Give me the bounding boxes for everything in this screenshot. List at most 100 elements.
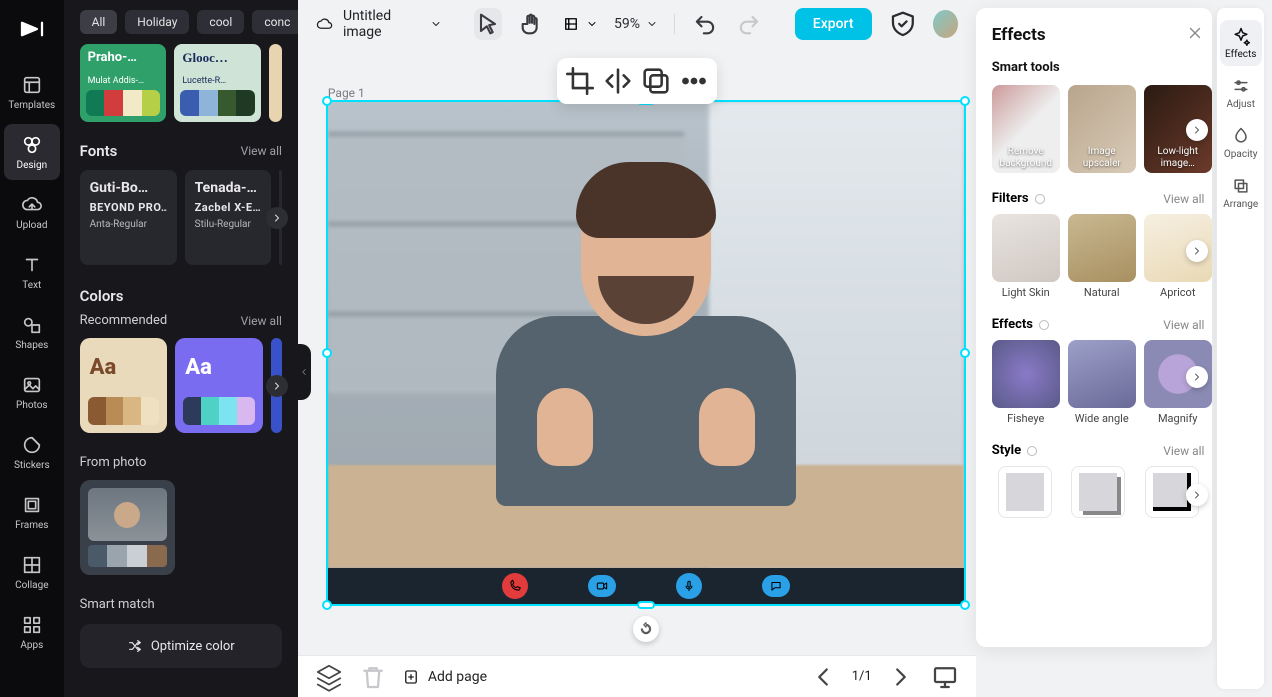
rail-arrange[interactable]: Arrange <box>1220 170 1262 216</box>
from-photo-card[interactable] <box>80 480 175 575</box>
present-icon <box>930 662 960 692</box>
more-button[interactable] <box>677 64 711 98</box>
smart-remove-bg[interactable]: Remove background <box>992 85 1060 173</box>
font-line1: Guti-Bo… <box>90 180 167 196</box>
handle-tr[interactable] <box>960 96 970 106</box>
copy-button[interactable] <box>639 64 673 98</box>
effects-close[interactable] <box>1186 24 1204 46</box>
add-page-button[interactable]: Add page <box>402 668 487 686</box>
font-card-tenada[interactable]: Tenada-… Zacbel X-E… Stilu-Regular <box>185 170 272 265</box>
flip-button[interactable] <box>601 64 635 98</box>
optimize-color-button[interactable]: Optimize color <box>80 624 282 668</box>
nav-text[interactable]: Text <box>4 244 60 300</box>
tag-all[interactable]: All <box>80 10 118 34</box>
smart-tools-heading: Smart tools <box>992 60 1205 75</box>
nav-frames-label: Frames <box>15 520 48 531</box>
filter-light-skin[interactable]: Light Skin <box>992 214 1060 299</box>
nav-apps[interactable]: Apps <box>4 604 60 660</box>
video-button[interactable] <box>588 575 616 597</box>
undo-button[interactable] <box>691 8 719 40</box>
color-recommended-row: Aa Aa <box>80 338 282 433</box>
nav-collage-label: Collage <box>15 580 48 591</box>
nav-frames[interactable]: Frames <box>4 484 60 540</box>
redo-button[interactable] <box>735 8 763 40</box>
rail-effects[interactable]: Effects <box>1220 20 1262 66</box>
document-title-group[interactable]: Untitled image <box>316 8 442 40</box>
effects-viewall[interactable]: View all <box>1163 318 1204 332</box>
nav-stickers[interactable]: Stickers <box>4 424 60 480</box>
style-toggle[interactable] <box>1027 446 1037 456</box>
select-tool[interactable] <box>474 8 502 40</box>
stickers-icon <box>21 434 43 456</box>
collage-icon <box>21 554 43 576</box>
canvas-image[interactable] <box>328 102 964 604</box>
bottom-bar: Add page 1/1 <box>298 655 976 697</box>
sliders-icon <box>1231 76 1251 96</box>
layers-button[interactable] <box>314 662 344 692</box>
style-next[interactable] <box>1186 484 1208 506</box>
palette-card-peek[interactable] <box>269 44 282 122</box>
style-viewall[interactable]: View all <box>1163 444 1204 458</box>
stage: Untitled image 59% Export Page 1 <box>298 0 976 697</box>
handle-r[interactable] <box>960 348 970 358</box>
fonts-next[interactable] <box>266 207 288 229</box>
add-page-label: Add page <box>428 669 487 685</box>
color-card-purple[interactable]: Aa <box>175 338 263 433</box>
smart-upscaler[interactable]: Image upscaler <box>1068 85 1136 173</box>
nav-photos[interactable]: Photos <box>4 364 60 420</box>
style-shadow[interactable] <box>1065 466 1131 518</box>
nav-upload[interactable]: Upload <box>4 184 60 240</box>
selection-box[interactable] <box>326 100 966 606</box>
avatar[interactable] <box>933 10 957 38</box>
sparkle-icon <box>1231 26 1251 46</box>
color-card-warm[interactable]: Aa <box>80 338 168 433</box>
tag-holiday[interactable]: Holiday <box>125 10 189 34</box>
filters-toggle[interactable] <box>1035 194 1045 204</box>
zoom-control[interactable]: 59% <box>614 16 658 32</box>
nav-design[interactable]: Design <box>4 124 60 180</box>
prev-page[interactable] <box>808 662 838 692</box>
palette-card-praho[interactable]: Praho-… Mulat Addis-… <box>80 44 167 122</box>
colors-next[interactable] <box>266 375 288 397</box>
handle-bl[interactable] <box>322 600 332 610</box>
privacy-button[interactable] <box>888 7 918 41</box>
chevron-right-icon <box>1191 489 1203 501</box>
cloud-icon <box>316 14 333 34</box>
tag-cool[interactable]: cool <box>197 10 244 34</box>
effects-toggle[interactable] <box>1039 320 1049 330</box>
hangup-button[interactable] <box>502 573 528 599</box>
app-logo[interactable] <box>11 8 53 50</box>
rail-adjust[interactable]: Adjust <box>1220 70 1262 116</box>
palette-card-glooc[interactable]: Glooc… Lucette-R… <box>174 44 261 122</box>
filters-viewall[interactable]: View all <box>1163 192 1204 206</box>
handle-l[interactable] <box>322 348 332 358</box>
resize-group[interactable] <box>562 15 598 33</box>
export-button[interactable]: Export <box>795 8 872 40</box>
effect-fisheye[interactable]: Fisheye <box>992 340 1060 425</box>
tag-conc[interactable]: conc <box>252 10 298 34</box>
fonts-viewall[interactable]: View all <box>241 144 282 158</box>
panel-collapse-tab[interactable] <box>298 344 311 400</box>
rotate-handle[interactable] <box>633 616 659 642</box>
smart-tools-section: Smart tools Remove background Image upsc… <box>992 60 1205 181</box>
handle-tl[interactable] <box>322 96 332 106</box>
handle-br[interactable] <box>960 600 970 610</box>
delete-button <box>358 662 388 692</box>
handle-b[interactable] <box>637 601 655 609</box>
nav-shapes[interactable]: Shapes <box>4 304 60 360</box>
mic-button[interactable] <box>676 573 702 599</box>
rail-opacity[interactable]: Opacity <box>1220 120 1262 166</box>
colors-viewall[interactable]: View all <box>241 314 282 328</box>
font-card-guti[interactable]: Guti-Bo… BEYOND PRO… Anta-Regular <box>80 170 177 265</box>
nav-templates[interactable]: Templates <box>4 64 60 120</box>
present-button[interactable] <box>930 662 960 692</box>
filter-natural[interactable]: Natural <box>1068 214 1136 299</box>
effect-wideangle[interactable]: Wide angle <box>1068 340 1136 425</box>
nav-collage[interactable]: Collage <box>4 544 60 600</box>
chevron-down-icon <box>430 17 442 31</box>
style-none[interactable] <box>992 466 1058 518</box>
chat-button[interactable] <box>762 575 790 597</box>
hand-tool[interactable] <box>518 8 546 40</box>
crop-button[interactable] <box>563 64 597 98</box>
next-page[interactable] <box>886 662 916 692</box>
